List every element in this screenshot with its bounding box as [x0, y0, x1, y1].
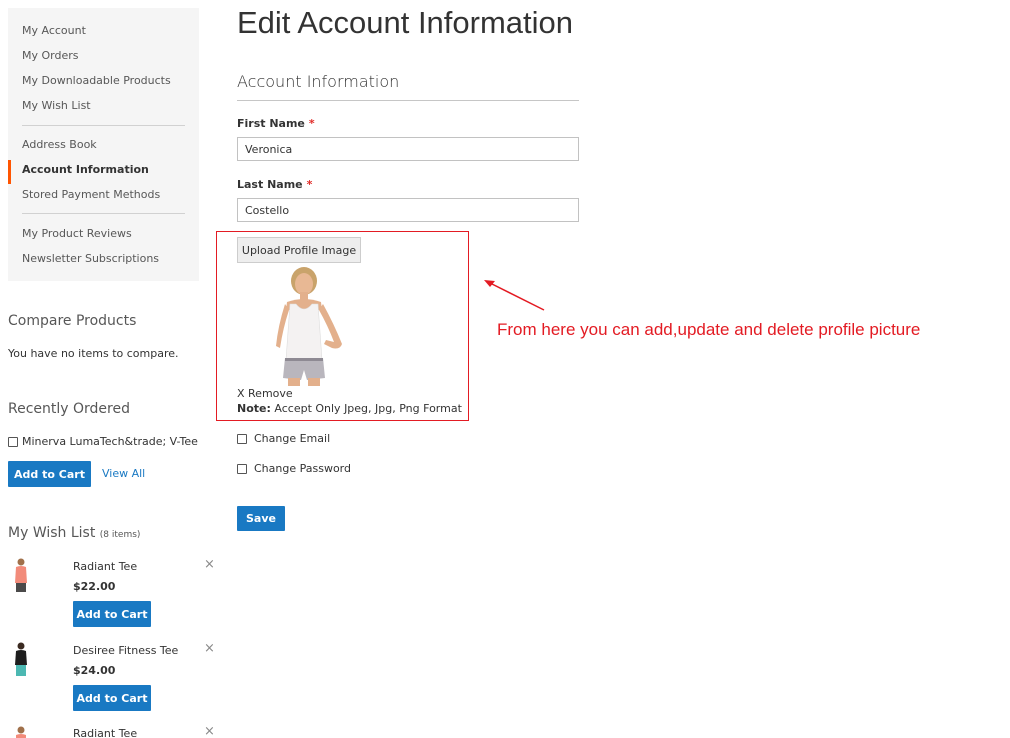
nav-my-orders[interactable]: My Orders: [22, 49, 79, 62]
wishlist-item-price: $22.00: [73, 580, 116, 593]
upload-format-note: Note: Accept Only Jpeg, Jpg, Png Format: [237, 402, 462, 415]
first-name-label: First Name *: [237, 117, 315, 130]
last-name-label: Last Name *: [237, 178, 312, 191]
nav-my-product-reviews[interactable]: My Product Reviews: [22, 227, 132, 240]
wishlist-item-name[interactable]: Desiree Fitness Tee: [73, 644, 178, 657]
wishlist-item-name[interactable]: Radiant Tee: [73, 560, 137, 573]
view-all-link[interactable]: View All: [102, 467, 145, 480]
nav-my-account[interactable]: My Account: [22, 24, 86, 37]
profile-image: [252, 264, 362, 386]
required-marker: *: [308, 117, 315, 130]
note-label: Note:: [237, 402, 271, 415]
nav-divider: [22, 125, 185, 126]
remove-profile-image-link[interactable]: X Remove: [237, 387, 293, 400]
note-text: Accept Only Jpeg, Jpg, Png Format: [270, 402, 462, 415]
first-name-label-text: First Name: [237, 117, 305, 130]
section-divider: [237, 100, 579, 101]
compare-empty-text: You have no items to compare.: [8, 347, 179, 360]
wishlist-item-thumbnail[interactable]: [10, 724, 32, 738]
change-password-checkbox[interactable]: [237, 464, 247, 474]
wishlist-item-name[interactable]: Radiant Tee: [73, 727, 137, 738]
recently-ordered-item: Minerva LumaTech&trade; V-Tee: [22, 435, 198, 448]
nav-my-downloadable-products[interactable]: My Downloadable Products: [22, 74, 171, 87]
change-password-label[interactable]: Change Password: [254, 462, 351, 475]
section-title: Account Information: [237, 72, 400, 91]
wishlist-add-to-cart-button[interactable]: Add to Cart: [73, 601, 151, 627]
nav-newsletter-subscriptions[interactable]: Newsletter Subscriptions: [22, 252, 159, 265]
account-nav: My Account My Orders My Downloadable Pro…: [8, 8, 199, 281]
change-email-label[interactable]: Change Email: [254, 432, 330, 445]
nav-active-indicator: [8, 160, 11, 184]
recently-ordered-add-to-cart-button[interactable]: Add to Cart: [8, 461, 91, 487]
last-name-input[interactable]: Costello: [237, 198, 579, 222]
wishlist-title: My Wish List (8 items): [8, 525, 140, 541]
page-title: Edit Account Information: [237, 5, 574, 40]
first-name-input[interactable]: Veronica: [237, 137, 579, 161]
required-marker: *: [306, 178, 313, 191]
wishlist-remove-icon[interactable]: ×: [204, 641, 215, 656]
change-email-checkbox[interactable]: [237, 434, 247, 444]
recently-ordered-title: Recently Ordered: [8, 401, 130, 417]
nav-account-information[interactable]: Account Information: [22, 163, 149, 176]
save-button[interactable]: Save: [237, 506, 285, 531]
wishlist-remove-icon[interactable]: ×: [204, 557, 215, 572]
upload-profile-image-button[interactable]: Upload Profile Image: [237, 237, 361, 263]
wishlist-item-price: $24.00: [73, 664, 116, 677]
wishlist-count: (8 items): [99, 530, 141, 540]
recently-ordered-checkbox[interactable]: [8, 437, 18, 447]
wishlist-remove-icon[interactable]: ×: [204, 724, 215, 738]
wishlist-item-thumbnail[interactable]: [10, 557, 32, 595]
wishlist-item-thumbnail[interactable]: [10, 641, 32, 679]
last-name-label-text: Last Name: [237, 178, 303, 191]
wishlist-add-to-cart-button[interactable]: Add to Cart: [73, 685, 151, 711]
nav-divider: [22, 213, 185, 214]
nav-stored-payment-methods[interactable]: Stored Payment Methods: [22, 188, 160, 201]
compare-products-title: Compare Products: [8, 313, 137, 329]
annotation-arrow-icon: [484, 280, 545, 311]
wishlist-title-text: My Wish List: [8, 525, 96, 541]
nav-address-book[interactable]: Address Book: [22, 138, 97, 151]
annotation-text: From here you can add,update and delete …: [497, 320, 921, 339]
nav-my-wish-list[interactable]: My Wish List: [22, 99, 91, 112]
